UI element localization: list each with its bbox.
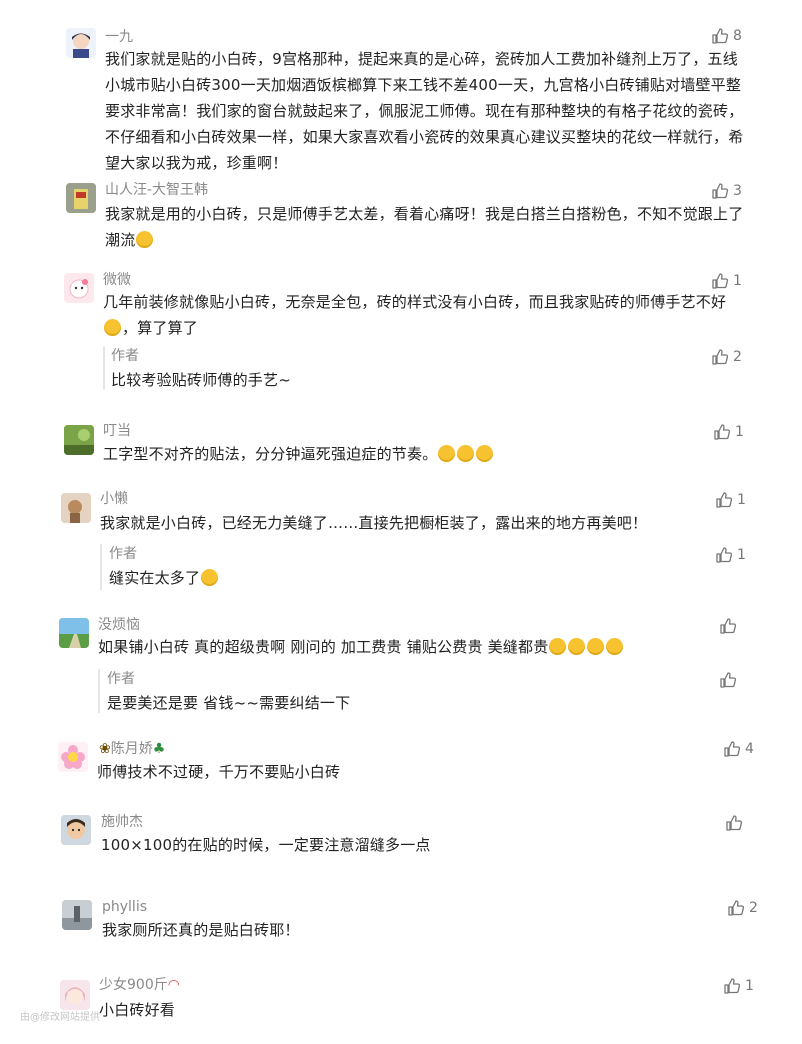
username[interactable]: 微微 bbox=[103, 271, 131, 289]
reply-username[interactable]: 作者 bbox=[111, 347, 139, 365]
username[interactable]: 叮当 bbox=[103, 422, 131, 440]
tree-icon: ♣ bbox=[152, 741, 166, 757]
grin-emoji-icon bbox=[136, 231, 154, 248]
like-count: 2 bbox=[733, 349, 742, 365]
watermark: 由@修改网站提供 bbox=[20, 1012, 100, 1023]
thumbs-up-icon bbox=[724, 978, 741, 994]
reply-divider bbox=[100, 544, 102, 590]
reply-text-body: 缝实在太多了 bbox=[109, 569, 201, 587]
like-button[interactable]: 1 bbox=[723, 976, 754, 996]
like-count: 1 bbox=[737, 492, 746, 508]
comment-text: 小白砖好看 bbox=[99, 1001, 176, 1019]
like-count: 1 bbox=[737, 547, 746, 563]
like-count: 1 bbox=[745, 978, 754, 994]
like-count: 8 bbox=[733, 28, 742, 44]
laugh-cry-emoji-icon bbox=[201, 569, 219, 586]
avatar[interactable] bbox=[60, 980, 90, 1010]
thumbs-up-icon bbox=[724, 741, 741, 757]
thumbs-up-icon bbox=[712, 273, 729, 289]
username-text: 陈月娇 bbox=[110, 741, 153, 757]
avatar[interactable] bbox=[61, 493, 91, 523]
grin-emoji-icon bbox=[438, 445, 456, 462]
thumbs-up-icon bbox=[712, 183, 729, 199]
thumbs-up-icon bbox=[714, 424, 731, 440]
like-count: 4 bbox=[745, 741, 754, 757]
comment-text: 100×100的在贴的时候，一定要注意溜缝多一点 bbox=[101, 836, 431, 854]
like-button[interactable]: 1 bbox=[715, 490, 746, 510]
username[interactable]: 少女900斤◠ bbox=[99, 976, 180, 994]
like-count: 3 bbox=[733, 183, 742, 199]
avatar[interactable] bbox=[64, 425, 94, 455]
comment-text: 工字型不对齐的贴法，分分钟逼死强迫症的节奏。 bbox=[103, 441, 743, 467]
thumbs-up-icon bbox=[726, 815, 743, 831]
avatar[interactable] bbox=[58, 742, 88, 772]
reply-username[interactable]: 作者 bbox=[109, 545, 137, 563]
dizzy-emoji-icon bbox=[587, 638, 605, 655]
reply-divider bbox=[98, 669, 100, 713]
username-text: 少女900斤 bbox=[99, 977, 168, 993]
like-button[interactable] bbox=[719, 616, 741, 636]
like-count: 1 bbox=[733, 273, 742, 289]
like-button[interactable]: 1 bbox=[713, 422, 744, 442]
like-button[interactable]: 2 bbox=[727, 898, 758, 918]
avatar[interactable] bbox=[64, 273, 94, 303]
avatar[interactable] bbox=[62, 900, 92, 930]
comment-text-body: 如果铺小白砖 真的超级贵啊 刚问的 加工费贵 铺贴公费贵 美缝都贵 bbox=[98, 638, 549, 656]
tongue-emoji-icon bbox=[457, 445, 475, 462]
thumbs-up-icon bbox=[712, 28, 729, 44]
username[interactable]: ❀陈月娇♣ bbox=[99, 740, 165, 758]
avatar[interactable] bbox=[66, 183, 96, 213]
username[interactable]: 小懒 bbox=[100, 490, 128, 508]
thumbs-up-icon bbox=[720, 672, 737, 688]
comment-text: 我家就是用的小白砖，只是师傅手艺太差，看着心痛呀！我是白搭兰白搭粉色，不知不觉跟… bbox=[105, 201, 745, 253]
comment-text: 我家厕所还真的是贴白砖耶！ bbox=[102, 921, 300, 939]
reply-divider bbox=[103, 346, 105, 390]
comment-text-body: 几年前装修就像贴小白砖，无奈是全包，砖的样式没有小白砖，而且我家贴砖的师傅手艺不… bbox=[103, 293, 727, 311]
reply-text: 是要美还是要 省钱~~需要纠结一下 bbox=[107, 694, 351, 712]
reply-text: 缝实在太多了 bbox=[109, 565, 709, 591]
thinking-emoji-icon bbox=[476, 445, 494, 462]
avatar[interactable] bbox=[66, 28, 96, 58]
like-button[interactable]: 1 bbox=[711, 271, 742, 291]
dizzy-emoji-icon bbox=[549, 638, 567, 655]
like-button[interactable] bbox=[725, 813, 747, 833]
laugh-cry-emoji-icon bbox=[104, 319, 121, 336]
dizzy-emoji-icon bbox=[568, 638, 586, 655]
username[interactable]: 一九 bbox=[105, 28, 133, 46]
like-button[interactable]: 3 bbox=[711, 181, 742, 201]
avatar[interactable] bbox=[59, 618, 89, 648]
like-button[interactable]: 8 bbox=[711, 26, 742, 46]
flower-icon: ❀ bbox=[99, 741, 111, 757]
username[interactable]: 施帅杰 bbox=[101, 813, 143, 831]
comment-text-body: 我家就是用的小白砖，只是师傅手艺太差，看着心痛呀！我是白搭兰白搭粉色，不知不觉跟… bbox=[105, 205, 744, 249]
reply-text: 比较考验贴砖师傅的手艺~ bbox=[111, 371, 291, 389]
comment-text: 几年前装修就像贴小白砖，无奈是全包，砖的样式没有小白砖，而且我家贴砖的师傅手艺不… bbox=[103, 289, 743, 341]
thumbs-up-icon bbox=[716, 547, 733, 563]
thumbs-up-icon bbox=[728, 900, 745, 916]
comment-text: 如果铺小白砖 真的超级贵啊 刚问的 加工费贵 铺贴公费贵 美缝都贵 bbox=[98, 634, 758, 660]
username[interactable]: 没烦恼 bbox=[98, 616, 140, 634]
like-button[interactable]: 1 bbox=[715, 545, 746, 565]
like-button[interactable]: 4 bbox=[723, 739, 754, 759]
username[interactable]: 山人汪-大智王韩 bbox=[105, 181, 208, 199]
like-button[interactable]: 2 bbox=[711, 347, 742, 367]
dizzy-emoji-icon bbox=[606, 638, 624, 655]
comment-text-body: 工字型不对齐的贴法，分分钟逼死强迫症的节奏。 bbox=[103, 445, 438, 463]
like-button[interactable] bbox=[719, 670, 741, 690]
reply-username[interactable]: 作者 bbox=[107, 670, 135, 688]
comment-text-tail: ，算了算了 bbox=[122, 319, 199, 337]
thumbs-up-icon bbox=[716, 492, 733, 508]
comment-text: 我们家就是贴的小白砖，9宫格那种，提起来真的是心碎，瓷砖加人工费加补缝剂上万了，… bbox=[105, 50, 744, 172]
comment-text: 我家就是小白砖，已经无力美缝了……直接先把橱柜装了，露出来的地方再美吧！ bbox=[100, 514, 648, 532]
like-count: 1 bbox=[735, 424, 744, 440]
comment-text: 师傅技术不过硬，千万不要贴小白砖 bbox=[97, 763, 341, 781]
rainbow-icon: ◠ bbox=[167, 977, 180, 993]
like-count: 2 bbox=[749, 900, 758, 916]
thumbs-up-icon bbox=[720, 618, 737, 634]
thumbs-up-icon bbox=[712, 349, 729, 365]
username[interactable]: phyllis bbox=[102, 898, 147, 916]
avatar[interactable] bbox=[61, 815, 91, 845]
